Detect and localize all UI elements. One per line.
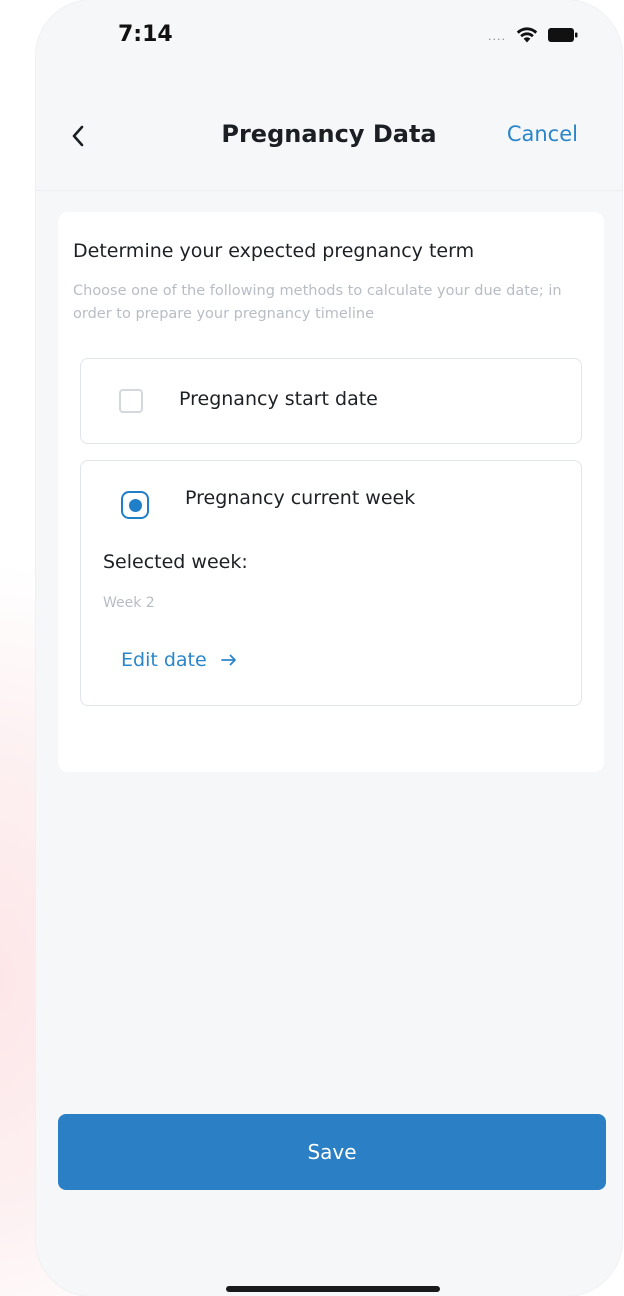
save-button[interactable]: Save — [58, 1114, 606, 1190]
home-indicator — [226, 1286, 440, 1292]
arrow-right-icon — [220, 654, 236, 666]
status-time: 7:14 — [118, 22, 173, 47]
wifi-icon — [516, 26, 538, 47]
status-icons: .... — [488, 26, 578, 47]
start-date-checkbox[interactable] — [119, 389, 143, 413]
current-week-label: Pregnancy current week — [185, 487, 416, 509]
edit-date-link[interactable]: Edit date — [121, 649, 237, 671]
phone-screen: 7:14 .... Pregnancy Data Cancel Determin… — [36, 0, 622, 1296]
navigation-bar: Pregnancy Data Cancel — [36, 108, 622, 164]
radio-selected-dot — [128, 498, 142, 512]
option-pregnancy-current-week[interactable]: Pregnancy current week Selected week: We… — [80, 460, 582, 706]
pregnancy-term-card: Determine your expected pregnancy term C… — [58, 212, 604, 772]
edit-date-label: Edit date — [121, 649, 207, 671]
status-bar: 7:14 .... — [36, 0, 622, 80]
cancel-button[interactable]: Cancel — [507, 122, 578, 146]
current-week-radio[interactable] — [121, 491, 149, 519]
card-subtitle: Choose one of the following methods to c… — [73, 283, 562, 322]
selected-week-value: Week 2 — [103, 595, 155, 611]
battery-icon — [548, 27, 578, 46]
start-date-label: Pregnancy start date — [179, 388, 378, 410]
card-title: Determine your expected pregnancy term — [73, 240, 475, 262]
option-pregnancy-start-date[interactable]: Pregnancy start date — [80, 358, 582, 444]
nav-divider — [36, 190, 622, 191]
selected-week-label: Selected week: — [103, 551, 248, 573]
signal-icon: .... — [488, 30, 506, 43]
